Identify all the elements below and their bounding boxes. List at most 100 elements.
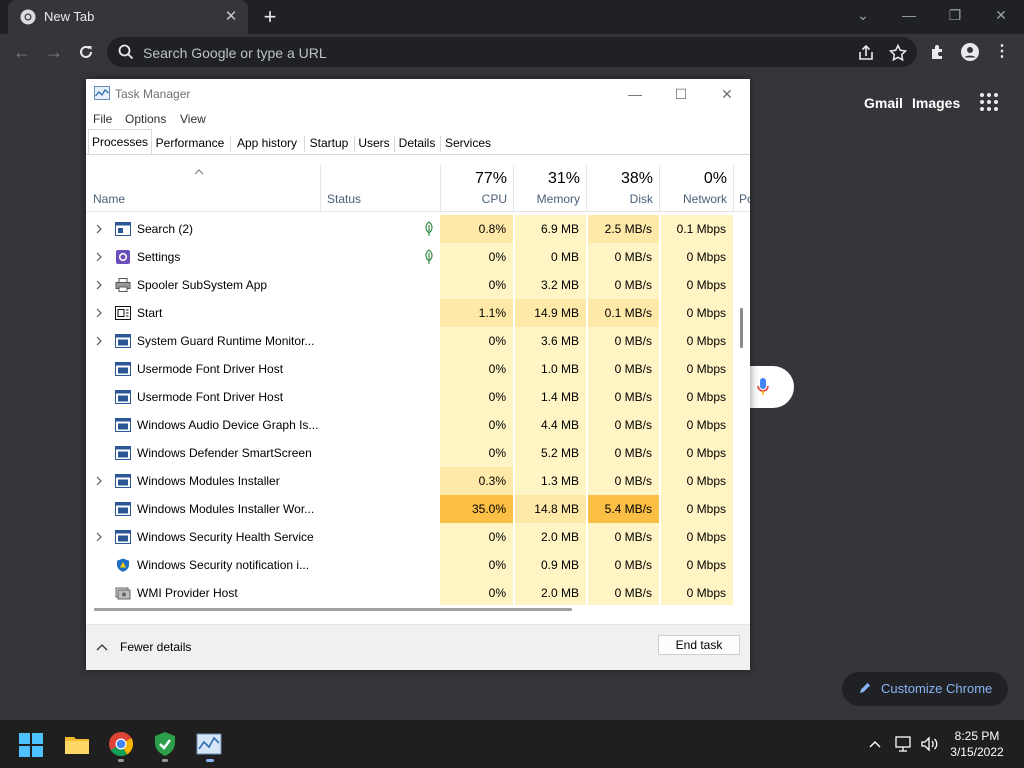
task-manager-taskbar-icon[interactable] <box>195 730 223 758</box>
images-link[interactable]: Images <box>912 95 960 111</box>
horizontal-scroll-thumb[interactable] <box>94 608 572 611</box>
vertical-scrollbar[interactable] <box>737 215 747 605</box>
chrome-menu-icon[interactable]: ⋮ <box>990 40 1014 64</box>
tab-startup[interactable]: Startup <box>306 131 352 155</box>
column-power-partial[interactable]: Po <box>739 192 750 206</box>
process-window-icon <box>115 474 131 488</box>
extensions-icon[interactable] <box>928 42 948 62</box>
column-status[interactable]: Status <box>327 192 361 206</box>
show-hidden-icons-chevron-icon[interactable] <box>868 735 882 753</box>
column-cpu[interactable]: CPU <box>440 192 507 206</box>
tab-strip: New Tab ✕ + ⌄ — ❐ ✕ <box>0 0 1024 34</box>
new-tab-button[interactable]: + <box>258 5 282 29</box>
expand-chevron-icon[interactable] <box>94 306 104 320</box>
task-manager-titlebar[interactable]: Task Manager — ☐ ✕ <box>86 79 750 109</box>
menu-options[interactable]: Options <box>125 112 166 126</box>
tab-processes[interactable]: Processes <box>88 129 152 154</box>
menu-view[interactable]: View <box>180 112 206 126</box>
security-shield-taskbar-icon[interactable] <box>151 730 179 758</box>
process-name: Windows Modules Installer Wor... <box>137 502 315 516</box>
menu-file[interactable]: File <box>93 112 112 126</box>
expand-chevron-icon[interactable] <box>94 334 104 348</box>
efficiency-mode-leaf-icon <box>425 221 433 236</box>
table-row[interactable]: Spooler SubSystem App 0% 3.2 MB 0 MB/s 0… <box>86 271 733 299</box>
table-row[interactable]: Usermode Font Driver Host 0% 1.4 MB 0 MB… <box>86 383 733 411</box>
table-row[interactable]: Windows Modules Installer Wor... 35.0% 1… <box>86 495 733 523</box>
expand-chevron-icon[interactable] <box>94 278 104 292</box>
process-name: WMI Provider Host <box>137 586 238 600</box>
table-row[interactable]: Windows Defender SmartScreen 0% 5.2 MB 0… <box>86 439 733 467</box>
google-apps-icon[interactable] <box>980 93 1000 113</box>
column-cpu-percent[interactable]: 77% <box>440 170 507 188</box>
horizontal-scrollbar[interactable] <box>86 606 733 614</box>
tab-close-icon[interactable]: ✕ <box>222 8 240 26</box>
table-row[interactable]: Usermode Font Driver Host 0% 1.0 MB 0 MB… <box>86 355 733 383</box>
tab-bar: Processes Performance App history Startu… <box>86 129 750 155</box>
tm-close-button[interactable]: ✕ <box>712 82 742 106</box>
tab-users[interactable]: Users <box>356 131 392 155</box>
disk-cell: 0 MB/s <box>587 355 659 383</box>
minimize-button[interactable]: — <box>896 4 922 26</box>
customize-chrome-button[interactable]: Customize Chrome <box>842 672 1008 706</box>
profile-avatar-icon[interactable] <box>960 42 980 62</box>
address-bar[interactable] <box>107 37 917 67</box>
chrome-taskbar-icon[interactable] <box>107 730 135 758</box>
reload-button[interactable] <box>74 40 98 64</box>
column-network[interactable]: Network <box>660 192 727 206</box>
forward-button[interactable]: → <box>42 40 66 64</box>
tm-maximize-button[interactable]: ☐ <box>666 82 696 106</box>
network-icon[interactable] <box>894 735 914 753</box>
process-name: Windows Audio Device Graph Is... <box>137 418 319 432</box>
column-disk[interactable]: Disk <box>587 192 653 206</box>
table-row[interactable]: WMI Provider Host 0% 2.0 MB 0 MB/s 0 Mbp… <box>86 579 733 605</box>
network-cell: 0.1 Mbps <box>660 215 733 243</box>
windows-taskbar: 8:25 PM 3/15/2022 <box>0 720 1024 768</box>
process-table-header: Name Status 77% CPU 31% Memory 38% Disk … <box>86 165 750 212</box>
system-clock[interactable]: 8:25 PM 3/15/2022 <box>946 728 1008 760</box>
network-cell: 0 Mbps <box>660 355 733 383</box>
back-button[interactable]: ← <box>10 40 34 64</box>
tm-minimize-button[interactable]: — <box>620 82 650 106</box>
tab-search-icon[interactable]: ⌄ <box>850 4 876 26</box>
tab-details[interactable]: Details <box>396 131 438 155</box>
network-cell: 0 Mbps <box>660 439 733 467</box>
share-icon[interactable] <box>856 43 876 63</box>
tab-new-tab[interactable]: New Tab ✕ <box>8 0 248 34</box>
windows-start-icon[interactable] <box>19 733 43 757</box>
disk-cell: 0 MB/s <box>587 579 659 605</box>
tab-services[interactable]: Services <box>442 131 494 155</box>
table-row[interactable]: Windows Security notification i... 0% 0.… <box>86 551 733 579</box>
table-row[interactable]: Windows Modules Installer 0.3% 1.3 MB 0 … <box>86 467 733 495</box>
close-window-button[interactable]: ✕ <box>988 4 1014 26</box>
expand-chevron-icon[interactable] <box>94 474 104 488</box>
expand-chevron-icon[interactable] <box>94 530 104 544</box>
vertical-scroll-thumb[interactable] <box>740 308 743 348</box>
column-memory-percent[interactable]: 31% <box>514 170 580 188</box>
gmail-link[interactable]: Gmail <box>864 95 903 111</box>
fewer-details-link[interactable]: Fewer details <box>120 640 191 654</box>
cpu-cell: 0.8% <box>440 215 513 243</box>
table-row[interactable]: Windows Audio Device Graph Is... 0% 4.4 … <box>86 411 733 439</box>
omnibox-input[interactable] <box>141 42 845 64</box>
expand-chevron-icon[interactable] <box>94 250 104 264</box>
column-memory[interactable]: Memory <box>514 192 580 206</box>
table-row[interactable]: Windows Security Health Service 0% 2.0 M… <box>86 523 733 551</box>
end-task-button[interactable]: End task <box>658 635 740 655</box>
table-row[interactable]: Settings 0% 0 MB 0 MB/s 0 Mbps <box>86 243 733 271</box>
table-row[interactable]: Start 1.1% 14.9 MB 0.1 MB/s 0 Mbps <box>86 299 733 327</box>
table-row[interactable]: Search (2) 0.8% 6.9 MB 2.5 MB/s 0.1 Mbps <box>86 215 733 243</box>
column-name[interactable]: Name <box>93 192 125 206</box>
file-explorer-icon[interactable] <box>63 730 91 758</box>
chevron-up-icon[interactable] <box>96 643 108 651</box>
expand-chevron-icon[interactable] <box>94 222 104 236</box>
column-disk-percent[interactable]: 38% <box>587 170 653 188</box>
column-network-percent[interactable]: 0% <box>660 170 727 188</box>
table-row[interactable]: System Guard Runtime Monitor... 0% 3.6 M… <box>86 327 733 355</box>
bookmark-star-icon[interactable] <box>888 43 908 63</box>
memory-cell: 1.3 MB <box>514 467 586 495</box>
tab-app-history[interactable]: App history <box>232 131 302 155</box>
volume-icon[interactable] <box>920 735 940 753</box>
tab-performance[interactable]: Performance <box>152 131 228 155</box>
disk-cell: 2.5 MB/s <box>587 215 659 243</box>
restore-button[interactable]: ❐ <box>942 4 968 26</box>
